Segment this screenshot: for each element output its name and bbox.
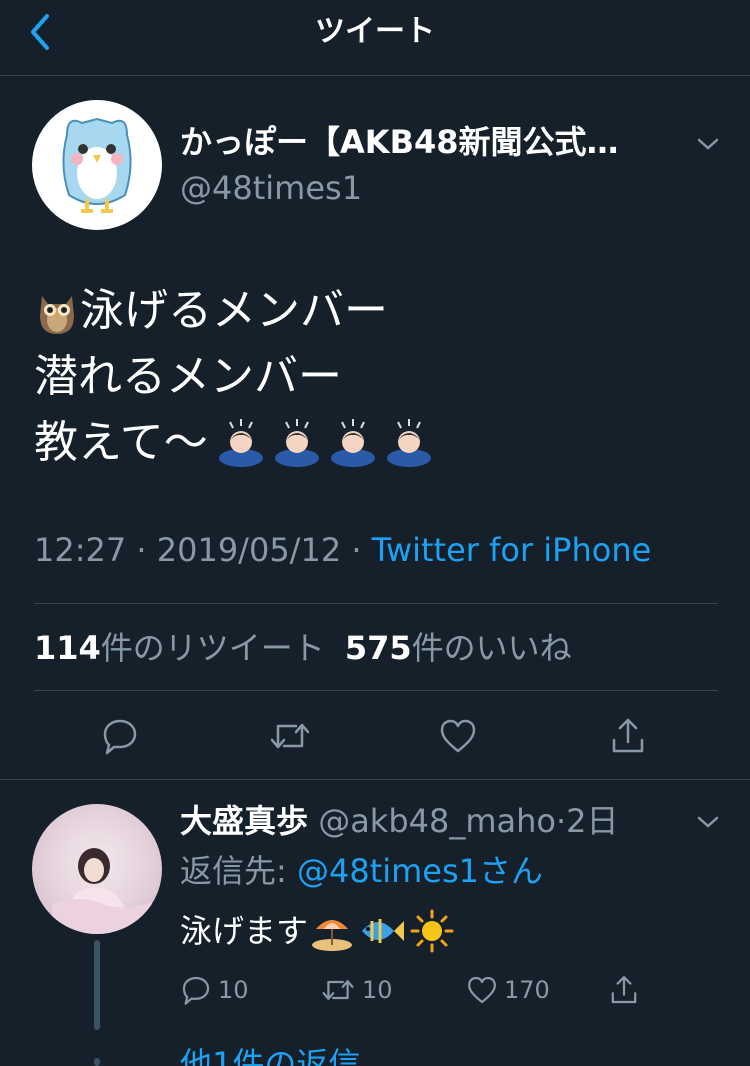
reply-to-label: 返信先: [180, 852, 297, 890]
reply-header: 大盛真歩 @akb48_maho·2日 [180, 800, 619, 842]
reply-icon [103, 719, 137, 755]
reply-reply-button[interactable]: 10 [180, 970, 249, 1010]
retweet-label: 件のリツイート [100, 629, 325, 667]
author-handle[interactable]: @48times1 [180, 168, 362, 208]
tweet-line-1: 泳げるメンバー [34, 278, 724, 344]
divider [34, 690, 718, 691]
share-button[interactable] [604, 712, 652, 760]
reply-dot: · [556, 802, 567, 840]
reply-text: 泳げます [180, 908, 454, 954]
reply-to-mention[interactable]: @48times1さん [297, 852, 543, 890]
reply-share-button[interactable] [608, 970, 640, 1010]
reply-author-handle[interactable]: @akb48_maho [318, 802, 556, 840]
divider [34, 603, 718, 604]
share-icon [612, 718, 644, 753]
like-count: 575 [344, 629, 412, 667]
retweet-icon [270, 723, 310, 749]
beach-umbrella-emoji [310, 909, 354, 953]
author-avatar[interactable] [32, 100, 162, 230]
thread-connector-dot [94, 1058, 100, 1066]
sun-emoji [410, 909, 454, 953]
tweet-date: 2019/05/12 [156, 531, 342, 569]
thread-connector-line [94, 940, 100, 1030]
reply-like-count: 170 [504, 976, 550, 1004]
reply-like-button[interactable]: 170 [466, 970, 550, 1010]
tweet-source-link[interactable]: Twitter for iPhone [372, 531, 652, 569]
like-button[interactable] [434, 712, 482, 760]
retweet-count: 114 [34, 629, 101, 667]
bowing-person-emoji [328, 418, 378, 468]
reply-author-avatar[interactable] [32, 804, 162, 934]
retweet-button[interactable] [266, 712, 314, 760]
tweet-line-text: 教えて〜 [34, 417, 208, 468]
heart-icon [468, 976, 496, 1004]
like-label: 件のいいね [411, 629, 572, 667]
chevron-down-icon [697, 816, 719, 828]
profile-photo-icon [52, 848, 152, 934]
reply-retweet-button[interactable]: 10 [320, 970, 393, 1010]
owl-mascot-icon [62, 117, 132, 213]
divider [0, 779, 750, 780]
reply-time: 2日 [566, 802, 619, 840]
tweet-line-text: 泳げるメンバー [80, 285, 388, 336]
chevron-down-icon [697, 138, 719, 150]
tropical-fish-emoji [358, 909, 406, 953]
tweet-timestamp: 12:27 · 2019/05/12 · Twitter for iPhone [34, 530, 651, 570]
reply-options-button[interactable] [694, 808, 722, 836]
reply-reply-count: 10 [218, 976, 249, 1004]
tweet-line-2: 潜れるメンバー [34, 344, 724, 410]
bowing-person-emoji [272, 418, 322, 468]
retweet-icon [322, 980, 354, 1000]
tweet-options-button[interactable] [694, 130, 722, 158]
reply-text-content: 泳げます [180, 912, 309, 950]
meta-separator: · [341, 531, 372, 569]
tweet-time: 12:27 [34, 531, 127, 569]
reply-icon [182, 976, 210, 1005]
like-stat[interactable]: 575件のいいね [345, 629, 572, 667]
tweet-stats: 114件のリツイート 575件のいいね [34, 628, 572, 668]
bowing-person-emoji [384, 418, 434, 468]
author-name[interactable]: かっぽー【AKB48新聞公式… [180, 122, 670, 162]
more-replies-link[interactable]: 他1件の返信 [180, 1044, 360, 1066]
tweet-text: 泳げるメンバー 潜れるメンバー 教えて〜 [34, 278, 724, 476]
reply-button[interactable] [96, 712, 144, 760]
top-nav-bar: ツイート [0, 0, 750, 76]
tweet-line-text: 潜れるメンバー [34, 351, 342, 402]
replying-to: 返信先: @48times1さん [180, 850, 543, 892]
meta-separator: · [126, 531, 157, 569]
page-title: ツイート [315, 14, 435, 49]
tweet-line-3: 教えて〜 [34, 410, 724, 476]
heart-icon [440, 719, 476, 753]
retweet-stat[interactable]: 114件のリツイート [34, 629, 325, 667]
bowing-person-emoji [216, 418, 266, 468]
owl-emoji [34, 286, 80, 336]
share-icon [611, 976, 637, 1004]
reply-author-name[interactable]: 大盛真歩 [180, 802, 308, 840]
reply-retweet-count: 10 [362, 976, 393, 1004]
